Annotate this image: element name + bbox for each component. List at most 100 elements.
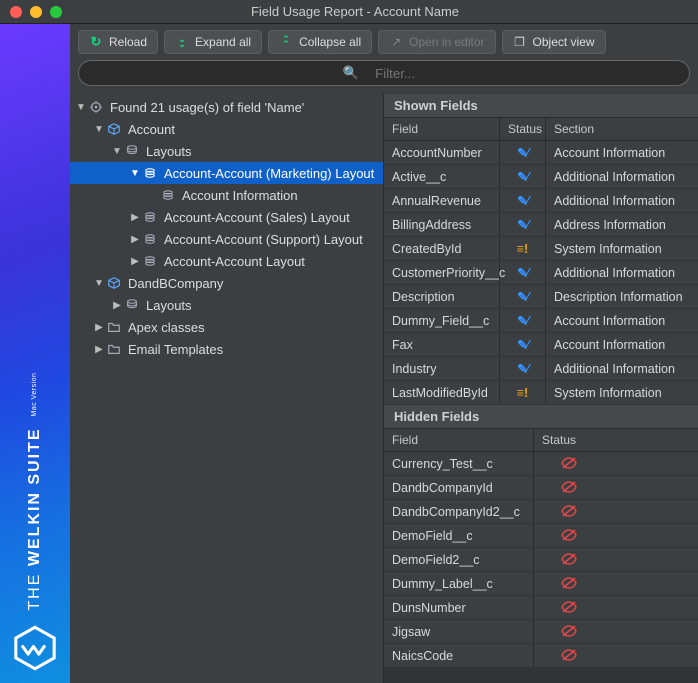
close-window-button[interactable] xyxy=(10,6,22,18)
status-cell: ✎⁄ xyxy=(500,309,546,332)
target-icon xyxy=(88,99,104,115)
col-status-hidden[interactable]: Status xyxy=(534,429,604,451)
chevron-right-icon: ▶ xyxy=(110,300,124,311)
shown-field-row[interactable]: Fax✎⁄Account Information xyxy=(384,333,698,357)
hidden-field-row[interactable]: DemoField2__c xyxy=(384,548,698,572)
object-view-button[interactable]: Object view xyxy=(502,30,606,54)
field-cell: BillingAddress xyxy=(384,213,500,236)
field-cell: AnnualRevenue xyxy=(384,189,500,212)
tree-item[interactable]: ▶Account-Account Layout xyxy=(70,250,383,272)
layout-icon xyxy=(142,209,158,225)
hidden-field-row[interactable]: Dummy_Label__c xyxy=(384,572,698,596)
traffic-lights xyxy=(10,6,62,18)
hidden-field-row[interactable]: DunsNumber xyxy=(384,596,698,620)
filter-input[interactable] xyxy=(365,66,425,81)
hidden-status-icon xyxy=(561,480,577,496)
tree-item-label: Account-Account (Marketing) Layout xyxy=(164,166,374,181)
window-title: Field Usage Report - Account Name xyxy=(72,4,638,19)
zoom-window-button[interactable] xyxy=(50,6,62,18)
chevron-right-icon: ▶ xyxy=(92,322,106,333)
tree-item-label: Account-Account (Support) Layout xyxy=(164,232,363,247)
field-cell: DemoField2__c xyxy=(384,548,534,571)
tree-item[interactable]: ▶Account-Account (Sales) Layout xyxy=(70,206,383,228)
status-cell: ✎⁄ xyxy=(500,333,546,356)
tree-item[interactable]: ▶Email Templates xyxy=(70,338,383,360)
stack-icon xyxy=(124,297,140,313)
hidden-field-row[interactable]: DandbCompanyId xyxy=(384,476,698,500)
col-field-hidden[interactable]: Field xyxy=(384,429,534,451)
tree-item[interactable]: ▶Layouts xyxy=(70,294,383,316)
chevron-down-icon: ▼ xyxy=(92,278,106,289)
hidden-field-row[interactable]: DemoField__c xyxy=(384,524,698,548)
section-cell: Account Information xyxy=(546,333,698,356)
field-cell: AccountNumber xyxy=(384,141,500,164)
status-cell: ✎⁄ xyxy=(500,213,546,236)
hidden-status-icon xyxy=(561,600,577,616)
section-cell: Additional Information xyxy=(546,357,698,380)
open-in-editor-button[interactable]: Open in editor xyxy=(378,30,495,54)
col-field[interactable]: Field xyxy=(384,118,500,140)
hidden-fields-columns: Field Status xyxy=(384,429,698,452)
cube-icon xyxy=(106,275,122,291)
cube-icon xyxy=(106,121,122,137)
chevron-down-icon: ▼ xyxy=(74,102,88,113)
brand-stripe: THE WELKIN SUITE Mac Version xyxy=(0,24,70,683)
toolbar: Reload ⌄⌄ Expand all ⌃⌃ Collapse all Ope… xyxy=(70,24,698,60)
shown-field-row[interactable]: CustomerPriority__c✎⁄Additional Informat… xyxy=(384,261,698,285)
col-section[interactable]: Section xyxy=(546,118,698,140)
expand-all-button[interactable]: ⌄⌄ Expand all xyxy=(164,30,262,54)
edit-status-icon: ✎⁄ xyxy=(517,313,528,328)
reload-button[interactable]: Reload xyxy=(78,30,158,54)
tree-item[interactable]: ▼Account-Account (Marketing) Layout xyxy=(70,162,383,184)
shown-field-row[interactable]: LastModifiedById≡!System Information xyxy=(384,381,698,405)
tree-item[interactable]: ▶Account Information xyxy=(70,184,383,206)
shown-field-row[interactable]: Description✎⁄Description Information xyxy=(384,285,698,309)
tree-pane[interactable]: ▼Found 21 usage(s) of field 'Name'▼Accou… xyxy=(70,94,384,683)
field-cell: Currency_Test__c xyxy=(384,452,534,475)
tree-item[interactable]: ▼Account xyxy=(70,118,383,140)
filter-field[interactable]: 🔍 xyxy=(78,60,690,86)
status-cell xyxy=(534,548,604,571)
section-cell: Account Information xyxy=(546,141,698,164)
chevron-right-icon: ▶ xyxy=(128,212,142,223)
section-cell: Account Information xyxy=(546,309,698,332)
shown-field-row[interactable]: BillingAddress✎⁄Address Information xyxy=(384,213,698,237)
minimize-window-button[interactable] xyxy=(30,6,42,18)
shown-field-row[interactable]: Dummy_Field__c✎⁄Account Information xyxy=(384,309,698,333)
hidden-field-row[interactable]: NaicsCode xyxy=(384,644,698,668)
hidden-status-icon xyxy=(561,552,577,568)
section-cell: System Information xyxy=(546,237,698,260)
shown-field-row[interactable]: CreatedById≡!System Information xyxy=(384,237,698,261)
hidden-field-row[interactable]: Jigsaw xyxy=(384,620,698,644)
cube-icon xyxy=(513,35,527,49)
hidden-field-row[interactable]: DandbCompanyId2__c xyxy=(384,500,698,524)
reload-icon xyxy=(89,35,103,49)
hidden-field-row[interactable]: Currency_Test__c xyxy=(384,452,698,476)
shown-field-row[interactable]: AnnualRevenue✎⁄Additional Information xyxy=(384,189,698,213)
tree-item[interactable]: ▼DandBCompany xyxy=(70,272,383,294)
tree-item[interactable]: ▼Layouts xyxy=(70,140,383,162)
status-cell: ✎⁄ xyxy=(500,165,546,188)
hidden-fields-panel: Hidden Fields Field Status Currency_Test… xyxy=(384,405,698,668)
status-cell xyxy=(534,620,604,643)
tree-item[interactable]: ▶Account-Account (Support) Layout xyxy=(70,228,383,250)
tree-item[interactable]: ▶Apex classes xyxy=(70,316,383,338)
hidden-status-icon xyxy=(561,504,577,520)
col-status[interactable]: Status xyxy=(500,118,546,140)
collapse-all-button[interactable]: ⌃⌃ Collapse all xyxy=(268,30,372,54)
search-icon: 🔍 xyxy=(343,65,359,81)
status-cell: ✎⁄ xyxy=(500,261,546,284)
tree-root[interactable]: ▼ Found 21 usage(s) of field 'Name' xyxy=(70,96,383,118)
chevron-down-icon: ▼ xyxy=(110,146,124,157)
expand-label: Expand all xyxy=(195,35,251,49)
shown-field-row[interactable]: Active__c✎⁄Additional Information xyxy=(384,165,698,189)
shown-fields-panel: Shown Fields Field Status Section Accoun… xyxy=(384,94,698,405)
status-cell xyxy=(534,500,604,523)
section-cell: Additional Information xyxy=(546,189,698,212)
section-cell: Description Information xyxy=(546,285,698,308)
shown-field-row[interactable]: Industry✎⁄Additional Information xyxy=(384,357,698,381)
tree-root-label: Found 21 usage(s) of field 'Name' xyxy=(110,100,304,115)
edit-status-icon: ✎⁄ xyxy=(517,337,528,352)
status-cell: ≡! xyxy=(500,381,546,404)
shown-field-row[interactable]: AccountNumber✎⁄Account Information xyxy=(384,141,698,165)
